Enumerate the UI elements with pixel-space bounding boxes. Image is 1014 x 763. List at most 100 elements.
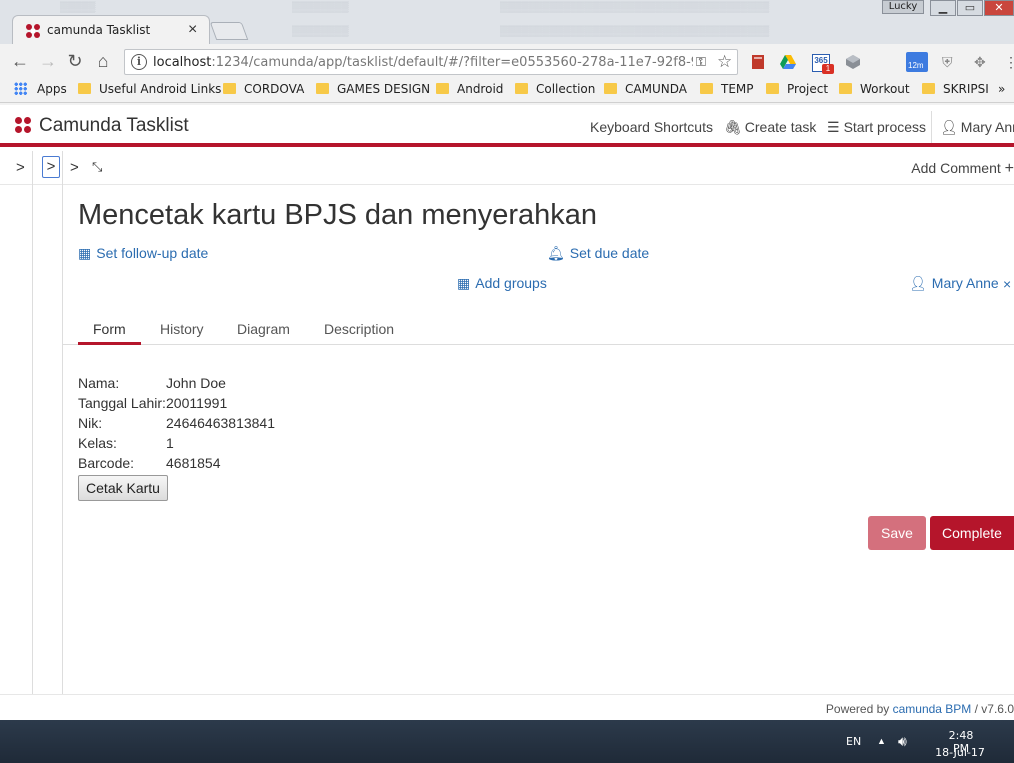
minimize-icon[interactable]: ▁ [930,0,956,16]
folder-icon [436,83,449,94]
bookmark-label: Collection [536,82,596,96]
plus-icon: + [1004,160,1014,177]
form-value: 24646463813841 [166,415,276,431]
keyboard-shortcuts-link[interactable]: Keyboard Shortcuts [590,119,713,135]
folder-icon [700,83,713,94]
url-path: :1234/camunda/app/tasklist/default/#/?fi… [211,55,693,70]
bookmark-camunda[interactable]: CAMUNDA [604,82,687,96]
browser-tab-active[interactable]: camunda Tasklist × [12,15,210,45]
bookmark-workout[interactable]: Workout [839,82,910,96]
bookmark-android[interactable]: Android [436,82,503,96]
cube-extension-icon[interactable] [845,54,861,70]
new-tab-button[interactable] [209,22,249,40]
expand-list-chevron-icon[interactable]: > [42,156,60,178]
set-due-date-link[interactable]: 🔔︎ Set due date [547,245,649,262]
url-text[interactable]: localhost:1234/camunda/app/tasklist/defa… [153,55,693,70]
browser-tab-title: camunda Tasklist [47,23,151,37]
show-hidden-icons-icon[interactable]: ▲ [877,736,886,746]
bookmark-label: GAMES DESIGN [337,82,431,96]
tab-description[interactable]: Description [324,321,394,337]
forward-arrow-icon[interactable]: → [37,50,59,72]
app-brand-title[interactable]: Camunda Tasklist [39,115,189,137]
calendar-extension-icon[interactable]: 12m [906,52,928,72]
cetak-kartu-button[interactable]: Cetak Kartu [78,475,168,501]
bookmark-project[interactable]: Project [766,82,828,96]
language-indicator[interactable]: EN [846,735,861,748]
bookmark-useful-android-links[interactable]: Useful Android Links [78,82,221,96]
red-book-extension-icon[interactable] [750,54,766,70]
complete-button[interactable]: Complete [930,516,1014,550]
bookmark-label: SKRIPSI [943,82,989,96]
app-header: Camunda Tasklist Keyboard Shortcuts 🖇︎ Cr… [0,105,1014,147]
save-button[interactable]: Save [868,516,926,550]
bookmark-games-design[interactable]: GAMES DESIGN [316,82,430,96]
volume-icon[interactable]: 🔊︎ [898,733,907,750]
bookmark-temp[interactable]: TEMP [700,82,754,96]
browser-chrome: ▒▒▒▒▒ ▒▒▒▒▒▒▒▒ ▒▒▒▒▒▒▒▒ ▒▒▒▒▒▒▒▒▒▒▒▒▒▒▒▒… [0,0,1014,105]
bookmarks-bar: Apps Useful Android Links CORDOVA GAMES … [0,79,1014,103]
maximize-icon[interactable]: ▭ [957,0,983,16]
expand-filters-chevron-icon[interactable]: > [16,159,25,176]
folder-icon [922,83,935,94]
bookmark-star-icon[interactable]: ☆ [717,52,732,72]
home-icon[interactable]: ⌂ [92,50,114,72]
bookmarks-overflow-icon[interactable]: » [998,82,1005,96]
follow-up-label: Set follow-up date [96,245,209,261]
user-menu[interactable]: 👤︎Mary Anne [940,119,1014,136]
shield-icon[interactable]: ⛨ [942,54,958,70]
folder-icon [223,83,236,94]
apps-grid-icon [14,82,27,95]
bookmark-collection[interactable]: Collection [515,82,595,96]
google-drive-icon[interactable] [780,54,796,70]
form-label: Nik: [78,415,103,431]
list-icon: ☰ [827,119,840,135]
folder-icon [604,83,617,94]
add-comment-button[interactable]: Add Comment + [911,160,1014,178]
bookmark-cordova[interactable]: CORDOVA [223,82,304,96]
tab-history[interactable]: History [160,321,204,337]
folder-icon [78,83,91,94]
app-footer: Powered by camunda BPM / v7.6.0 [0,694,1014,720]
menu-dots-icon[interactable]: ⋮ [1004,54,1014,70]
move-extension-icon[interactable]: ✥ [974,54,990,70]
paperclip-icon: 🖇︎ [724,119,742,135]
window-user-badge[interactable]: Lucky [882,0,924,14]
windows-taskbar: EN ▲ 🔊︎ 2:48 PM 18-Jul-17 [0,720,1014,763]
calendar-extension-label: 12m [908,61,924,70]
form-value: 1 [166,435,174,451]
compress-icon[interactable]: ⤡ [92,159,102,175]
reload-icon[interactable]: ↻ [64,50,86,72]
tab-diagram[interactable]: Diagram [237,321,290,337]
assignee-name: Mary Anne [931,275,999,291]
folder-icon [515,83,528,94]
bookmark-apps[interactable]: Apps [14,82,67,96]
bell-icon: 🔔︎ [547,245,565,261]
grid-icon: ▦ [457,275,471,291]
create-task-label: Create task [744,119,817,135]
window-close-icon[interactable]: ✕ [984,0,1014,16]
site-info-icon[interactable]: i [131,54,147,70]
camunda-logo-icon[interactable] [14,116,32,134]
expand-task-chevron-icon[interactable]: > [70,159,79,176]
address-bar[interactable]: i localhost:1234/camunda/app/tasklist/de… [124,49,738,75]
column-divider-left [32,151,33,696]
tab-form[interactable]: Form [93,321,126,337]
column-divider-right [62,151,63,696]
user-icon: 👤︎ [909,275,927,291]
remove-assignee-icon[interactable]: × [1003,276,1011,292]
add-groups-link[interactable]: ▦ Add groups [457,275,547,292]
camunda-favicon-icon [26,24,40,38]
camunda-bpm-link[interactable]: camunda BPM [893,702,972,716]
assignee-link[interactable]: 👤︎ Mary Anne [909,275,999,292]
back-arrow-icon[interactable]: ← [9,50,31,72]
key-icon[interactable]: ⚿ [696,54,706,70]
tab-close-icon[interactable]: × [188,21,197,39]
create-task-link[interactable]: 🖇︎ Create task [724,119,816,136]
set-follow-up-date-link[interactable]: ▦ Set follow-up date [78,245,208,262]
calendar-icon: ▦ [78,245,92,261]
clock-date[interactable]: 18-Jul-17 [934,746,986,759]
start-process-link[interactable]: ☰ Start process [827,119,926,136]
footer-prefix: Powered by [825,702,893,716]
bookmark-skripsi[interactable]: SKRIPSI [922,82,989,96]
form-label: Kelas: [78,435,117,451]
